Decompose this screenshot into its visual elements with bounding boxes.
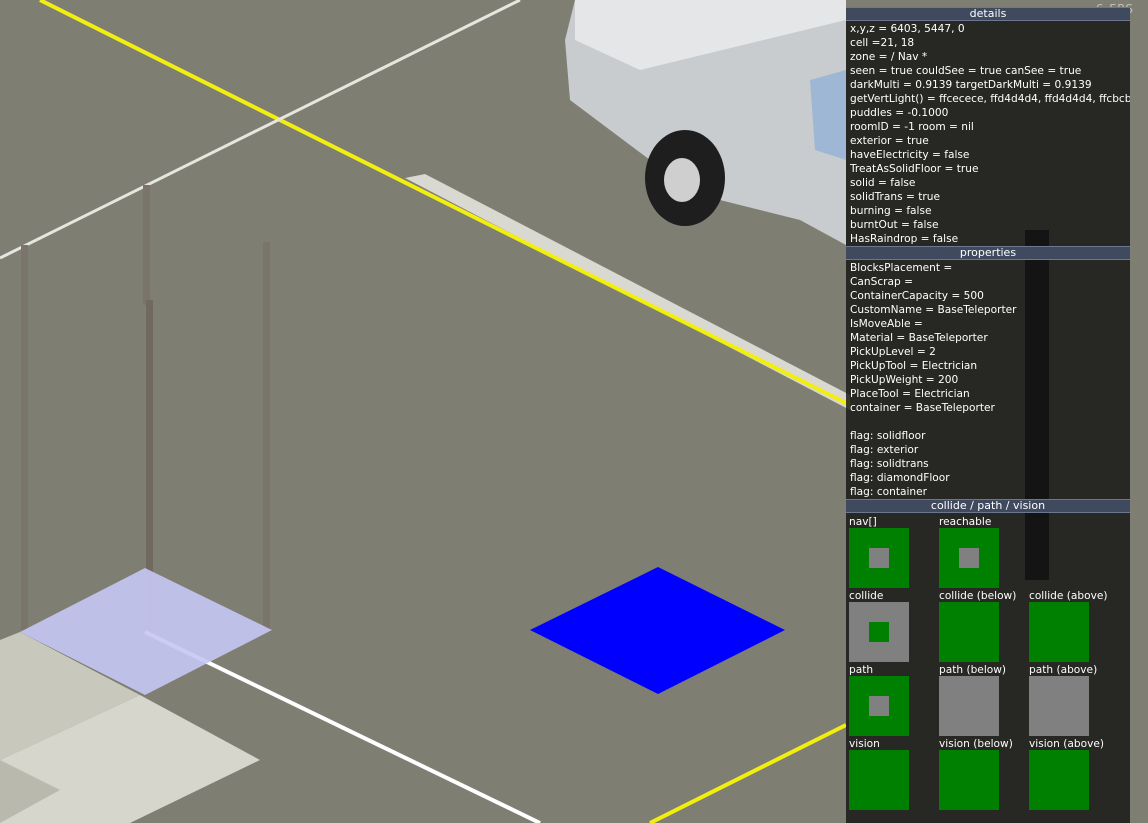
grid-cell-vision-above: vision (above)	[1029, 738, 1104, 810]
grid-cell-vision: vision	[849, 738, 909, 810]
grid-cell-collide-above: collide (above)	[1029, 590, 1108, 662]
grid-cell-square	[849, 528, 909, 588]
detail-line: x,y,z = 6403, 5447, 0	[850, 23, 965, 35]
grid-cell-label: vision (above)	[1029, 738, 1104, 750]
flag-line: flag: solidfloor	[850, 430, 926, 442]
property-line: BlocksPlacement =	[850, 262, 953, 274]
detail-line: solid = false	[850, 177, 916, 189]
grid-cell-square	[1029, 676, 1089, 736]
flag-line: flag: solidtrans	[850, 458, 929, 470]
grid-cell-label: vision	[849, 738, 880, 750]
debug-square-info-panel: details x,y,z = 6403, 5447, 0 cell =21, …	[846, 7, 1130, 823]
grid-cell-square	[849, 676, 909, 736]
grid-cell-label: path	[849, 664, 874, 676]
grid-cell-reachable: reachable	[939, 516, 999, 588]
property-line: CustomName = BaseTeleporter	[850, 304, 1017, 316]
grid-cell-square	[939, 676, 999, 736]
grid-cell-path-below: path (below)	[939, 664, 1007, 736]
grid-cell-inner-marker	[869, 696, 889, 716]
grid-cell-vision-below: vision (below)	[939, 738, 1013, 810]
grid-cell-label: collide	[849, 590, 884, 602]
details-list: x,y,z = 6403, 5447, 0 cell =21, 18 zone …	[846, 21, 1130, 246]
property-line: PickUpTool = Electrician	[850, 360, 978, 372]
grid-cell-label: reachable	[939, 516, 992, 528]
grid-cell-square	[1029, 602, 1089, 662]
grid-cell-path-above: path (above)	[1029, 664, 1098, 736]
grid-cell-collide: collide	[849, 590, 909, 662]
flag-line: flag: container	[850, 486, 928, 498]
detail-line: burntOut = false	[850, 219, 939, 231]
detail-line: darkMulti = 0.9139 targetDarkMulti = 0.9…	[850, 79, 1092, 91]
properties-header: properties	[846, 246, 1130, 260]
grid-cell-collide-below: collide (below)	[939, 590, 1017, 662]
grid-cell-square	[1029, 750, 1089, 810]
grid-cell-label: collide (above)	[1029, 590, 1108, 602]
detail-line: exterior = true	[850, 135, 929, 147]
grid-cell-inner-marker	[869, 622, 889, 642]
grid-cell-square	[939, 602, 999, 662]
details-header: details	[846, 7, 1130, 21]
property-line: PlaceTool = Electrician	[850, 388, 970, 400]
grid-cell-label: collide (below)	[939, 590, 1017, 602]
grid-cell-square	[939, 528, 999, 588]
property-line: PickUpWeight = 200	[850, 374, 959, 386]
grid-cell-label: path (below)	[939, 664, 1007, 676]
detail-line: burning = false	[850, 205, 932, 217]
detail-line: solidTrans = true	[850, 191, 940, 203]
grid-cell-nav: nav[]	[849, 516, 909, 588]
property-line: IsMoveAble =	[850, 318, 923, 330]
grid-cell-path: path	[849, 664, 909, 736]
detail-line: seen = true couldSee = true canSee = tru…	[850, 65, 1082, 77]
property-line: CanScrap =	[850, 276, 913, 288]
flag-line: flag: diamondFloor	[850, 472, 950, 484]
detail-line: haveElectricity = false	[850, 149, 970, 161]
collide-path-vision-header: collide / path / vision	[846, 499, 1130, 513]
grid-cell-square	[849, 602, 909, 662]
detail-line: getVertLight() = ffcecece, ffd4d4d4, ffd…	[850, 93, 1130, 105]
flag-line: flag: exterior	[850, 444, 919, 456]
grid-cell-inner-marker	[959, 548, 979, 568]
detail-line: HasRaindrop = false	[850, 233, 959, 245]
detail-line: puddles = -0.1000	[850, 107, 949, 119]
grid-cell-square	[849, 750, 909, 810]
grid-cell-label: nav[]	[849, 516, 877, 528]
detail-line: cell =21, 18	[850, 37, 915, 49]
grid-cell-label: path (above)	[1029, 664, 1098, 676]
detail-line: zone = / Nav *	[850, 51, 928, 63]
collision-grid: nav[] reachable collide collide (below) coll…	[846, 513, 1130, 819]
property-line: ContainerCapacity = 500	[850, 290, 984, 302]
detail-line: TreatAsSolidFloor = true	[850, 163, 979, 175]
grid-cell-square	[939, 750, 999, 810]
properties-list: BlocksPlacement = CanScrap = ContainerCa…	[846, 260, 1130, 499]
property-line: Material = BaseTeleporter	[850, 332, 988, 344]
property-line: PickUpLevel = 2	[850, 346, 936, 358]
grid-cell-inner-marker	[869, 548, 889, 568]
detail-line: roomID = -1 room = nil	[850, 121, 974, 133]
property-line: container = BaseTeleporter	[850, 402, 995, 414]
grid-cell-label: vision (below)	[939, 738, 1013, 750]
